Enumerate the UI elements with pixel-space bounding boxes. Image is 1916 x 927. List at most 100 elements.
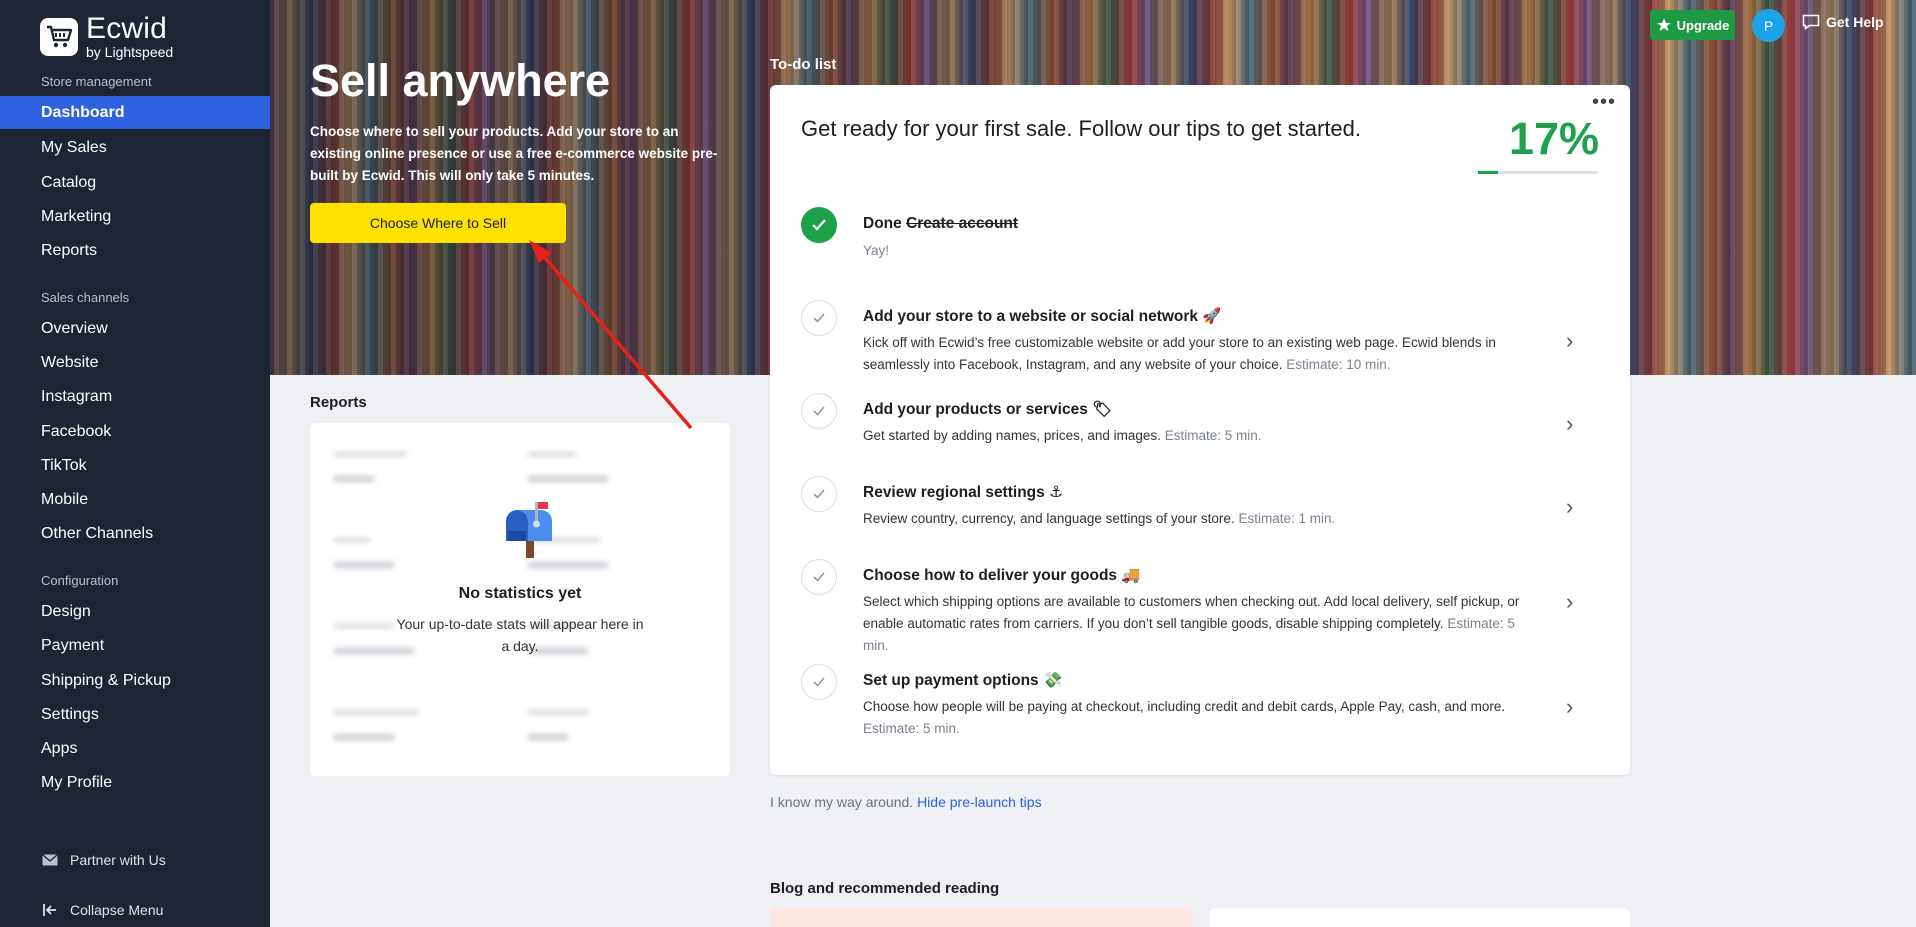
no-statistics-subtitle: Your up-to-date stats will appear here i… <box>396 616 644 654</box>
chevron-right-icon[interactable]: › <box>1566 328 1573 354</box>
no-statistics-title: No statistics yet <box>458 585 582 602</box>
hide-tips-text: I know my way around. <box>770 794 914 810</box>
reports-title: Reports <box>310 394 367 411</box>
envelope-icon <box>42 854 58 866</box>
chevron-right-icon[interactable]: › <box>1566 411 1573 437</box>
sidebar-item-dashboard[interactable]: Dashboard <box>0 96 270 129</box>
check-icon <box>801 664 837 700</box>
blurred-stat: ▬▬▬▬▬▬▬ <box>528 703 588 745</box>
sidebar-item-other-channels[interactable]: Other Channels <box>0 517 270 550</box>
upgrade-button[interactable]: Upgrade <box>1650 10 1735 40</box>
progress-percent: 17% <box>1508 113 1600 164</box>
task-desc-text: Select which shipping options are availa… <box>863 594 1520 631</box>
check-icon <box>801 476 837 512</box>
task-description: Yay! <box>863 240 1543 262</box>
check-icon <box>801 207 837 243</box>
hero-title: Sell anywhere <box>310 55 611 106</box>
mailbox-icon <box>506 502 552 558</box>
check-icon <box>801 300 837 336</box>
sidebar-item-my-sales[interactable]: My Sales <box>0 131 270 164</box>
progress-bar <box>1478 171 1598 174</box>
sidebar: Ecwid by Lightspeed Store management Das… <box>0 0 270 927</box>
reports-card: ▬▬▬▬▬▬ ▬▬ ▬▬▬▬ ▬▬▬▬ ▬▬▬ ▬▬▬ ▬▬▬▬▬▬ ▬▬▬▬ ▬▬▬▬… <box>310 423 730 776</box>
sidebar-item-reports[interactable]: Reports <box>0 234 270 267</box>
task-estimate: Estimate: 1 min. <box>1238 511 1336 526</box>
chevron-right-icon[interactable]: › <box>1566 694 1573 720</box>
logo-cart-icon <box>40 17 78 56</box>
more-dots-icon[interactable]: ••• <box>1592 91 1616 114</box>
blog-title: Blog and recommended reading <box>770 880 1000 897</box>
sidebar-item-my-profile[interactable]: My Profile <box>0 766 270 799</box>
sidebar-item-apps[interactable]: Apps <box>0 732 270 765</box>
hide-tips-row: I know my way around. Hide pre-launch ti… <box>770 794 1042 810</box>
sidebar-item-settings[interactable]: Settings <box>0 698 270 731</box>
task-desc-text: Review country, currency, and language s… <box>863 511 1235 526</box>
section-title-configuration: Configuration <box>41 573 119 588</box>
task-done-note: Yay! <box>863 243 890 258</box>
task-description: Get started by adding names, prices, and… <box>863 425 1543 447</box>
task-done-prefix: Done <box>863 215 902 232</box>
upgrade-label: Upgrade <box>1676 17 1730 33</box>
task-title: Review regional settings ⚓ <box>863 484 1063 501</box>
chat-icon <box>1802 14 1820 30</box>
chevron-right-icon[interactable]: › <box>1566 494 1573 520</box>
task-title: Set up payment options 💸 <box>863 672 1063 689</box>
sidebar-item-tiktok[interactable]: TikTok <box>0 449 270 482</box>
task-title: Choose how to deliver your goods 🚚 <box>863 567 1141 584</box>
chevron-right-icon[interactable]: › <box>1566 589 1573 615</box>
task-desc-text: Kick off with Ecwid’s free customizable … <box>863 335 1496 372</box>
avatar[interactable]: P <box>1752 9 1785 42</box>
task-estimate: Estimate: 10 min. <box>1286 357 1391 372</box>
task-title-text: Create account <box>906 215 1019 232</box>
brand-sub: by Lightspeed <box>86 44 174 60</box>
todo-list-label: To-do list <box>770 56 837 73</box>
task-title: Done Create account <box>863 215 1018 233</box>
task-description: Select which shipping options are availa… <box>863 591 1543 657</box>
star-icon <box>1656 18 1671 31</box>
blurred-stat: ▬▬▬▬▬▬▬▬▬▬ <box>334 703 418 745</box>
task-title: Add your products or services 🏷 <box>863 401 1112 418</box>
partner-label: Partner with Us <box>70 852 166 868</box>
blog-card[interactable] <box>1209 908 1630 927</box>
task-desc-text: Choose how people will be paying at chec… <box>863 699 1506 714</box>
task-estimate: Estimate: 5 min. <box>863 721 960 736</box>
section-title-store-management: Store management <box>41 74 152 89</box>
blurred-stat: ▬▬▬▬▬▬▬▬ <box>528 445 608 487</box>
todo-heading: Get ready for your first sale. Follow ou… <box>801 116 1362 141</box>
blurred-stat: ▬▬▬▬▬▬▬▬ <box>334 445 406 487</box>
task-desc-text: Get started by adding names, prices, and… <box>863 428 1161 443</box>
brand-name: Ecwid <box>86 12 168 45</box>
task-title: Add your store to a website or social ne… <box>863 308 1222 325</box>
sidebar-item-overview[interactable]: Overview <box>0 312 270 345</box>
todo-card: ••• Get ready for your first sale. Follo… <box>770 85 1630 775</box>
sidebar-item-instagram[interactable]: Instagram <box>0 380 270 413</box>
sidebar-item-design[interactable]: Design <box>0 595 270 628</box>
sidebar-item-shipping-pickup[interactable]: Shipping & Pickup <box>0 664 270 697</box>
task-estimate: Estimate: 5 min. <box>1164 428 1262 443</box>
partner-with-us-link[interactable]: Partner with Us <box>42 852 166 868</box>
section-title-sales-channels: Sales channels <box>41 290 130 305</box>
blurred-stat: ▬▬▬ ▬▬▬ <box>334 531 394 573</box>
collapse-label: Collapse Menu <box>70 902 164 918</box>
sidebar-item-payment[interactable]: Payment <box>0 629 270 662</box>
hide-pre-launch-tips-link[interactable]: Hide pre-launch tips <box>917 794 1042 810</box>
sidebar-item-marketing[interactable]: Marketing <box>0 200 270 233</box>
collapse-menu-button[interactable]: Collapse Menu <box>42 902 163 918</box>
task-description: Review country, currency, and language s… <box>863 508 1543 530</box>
sidebar-item-mobile[interactable]: Mobile <box>0 483 270 516</box>
sidebar-item-website[interactable]: Website <box>0 346 270 379</box>
check-icon <box>801 393 837 429</box>
collapse-arrow-icon <box>43 904 56 916</box>
brand-logo[interactable]: Ecwid by Lightspeed <box>40 14 173 59</box>
task-description: Choose how people will be paying at chec… <box>863 696 1543 740</box>
get-help-label: Get Help <box>1826 14 1884 30</box>
get-help-button[interactable]: Get Help <box>1802 14 1884 30</box>
progress-fill <box>1478 171 1499 174</box>
blog-card[interactable] <box>770 908 1193 927</box>
sidebar-item-catalog[interactable]: Catalog <box>0 166 270 199</box>
task-description: Kick off with Ecwid’s free customizable … <box>863 332 1543 376</box>
check-icon <box>801 559 837 595</box>
hero-description: Choose where to sell your products. Add … <box>310 124 718 183</box>
sidebar-item-facebook[interactable]: Facebook <box>0 415 270 448</box>
choose-where-to-sell-button[interactable]: Choose Where to Sell <box>310 203 566 243</box>
